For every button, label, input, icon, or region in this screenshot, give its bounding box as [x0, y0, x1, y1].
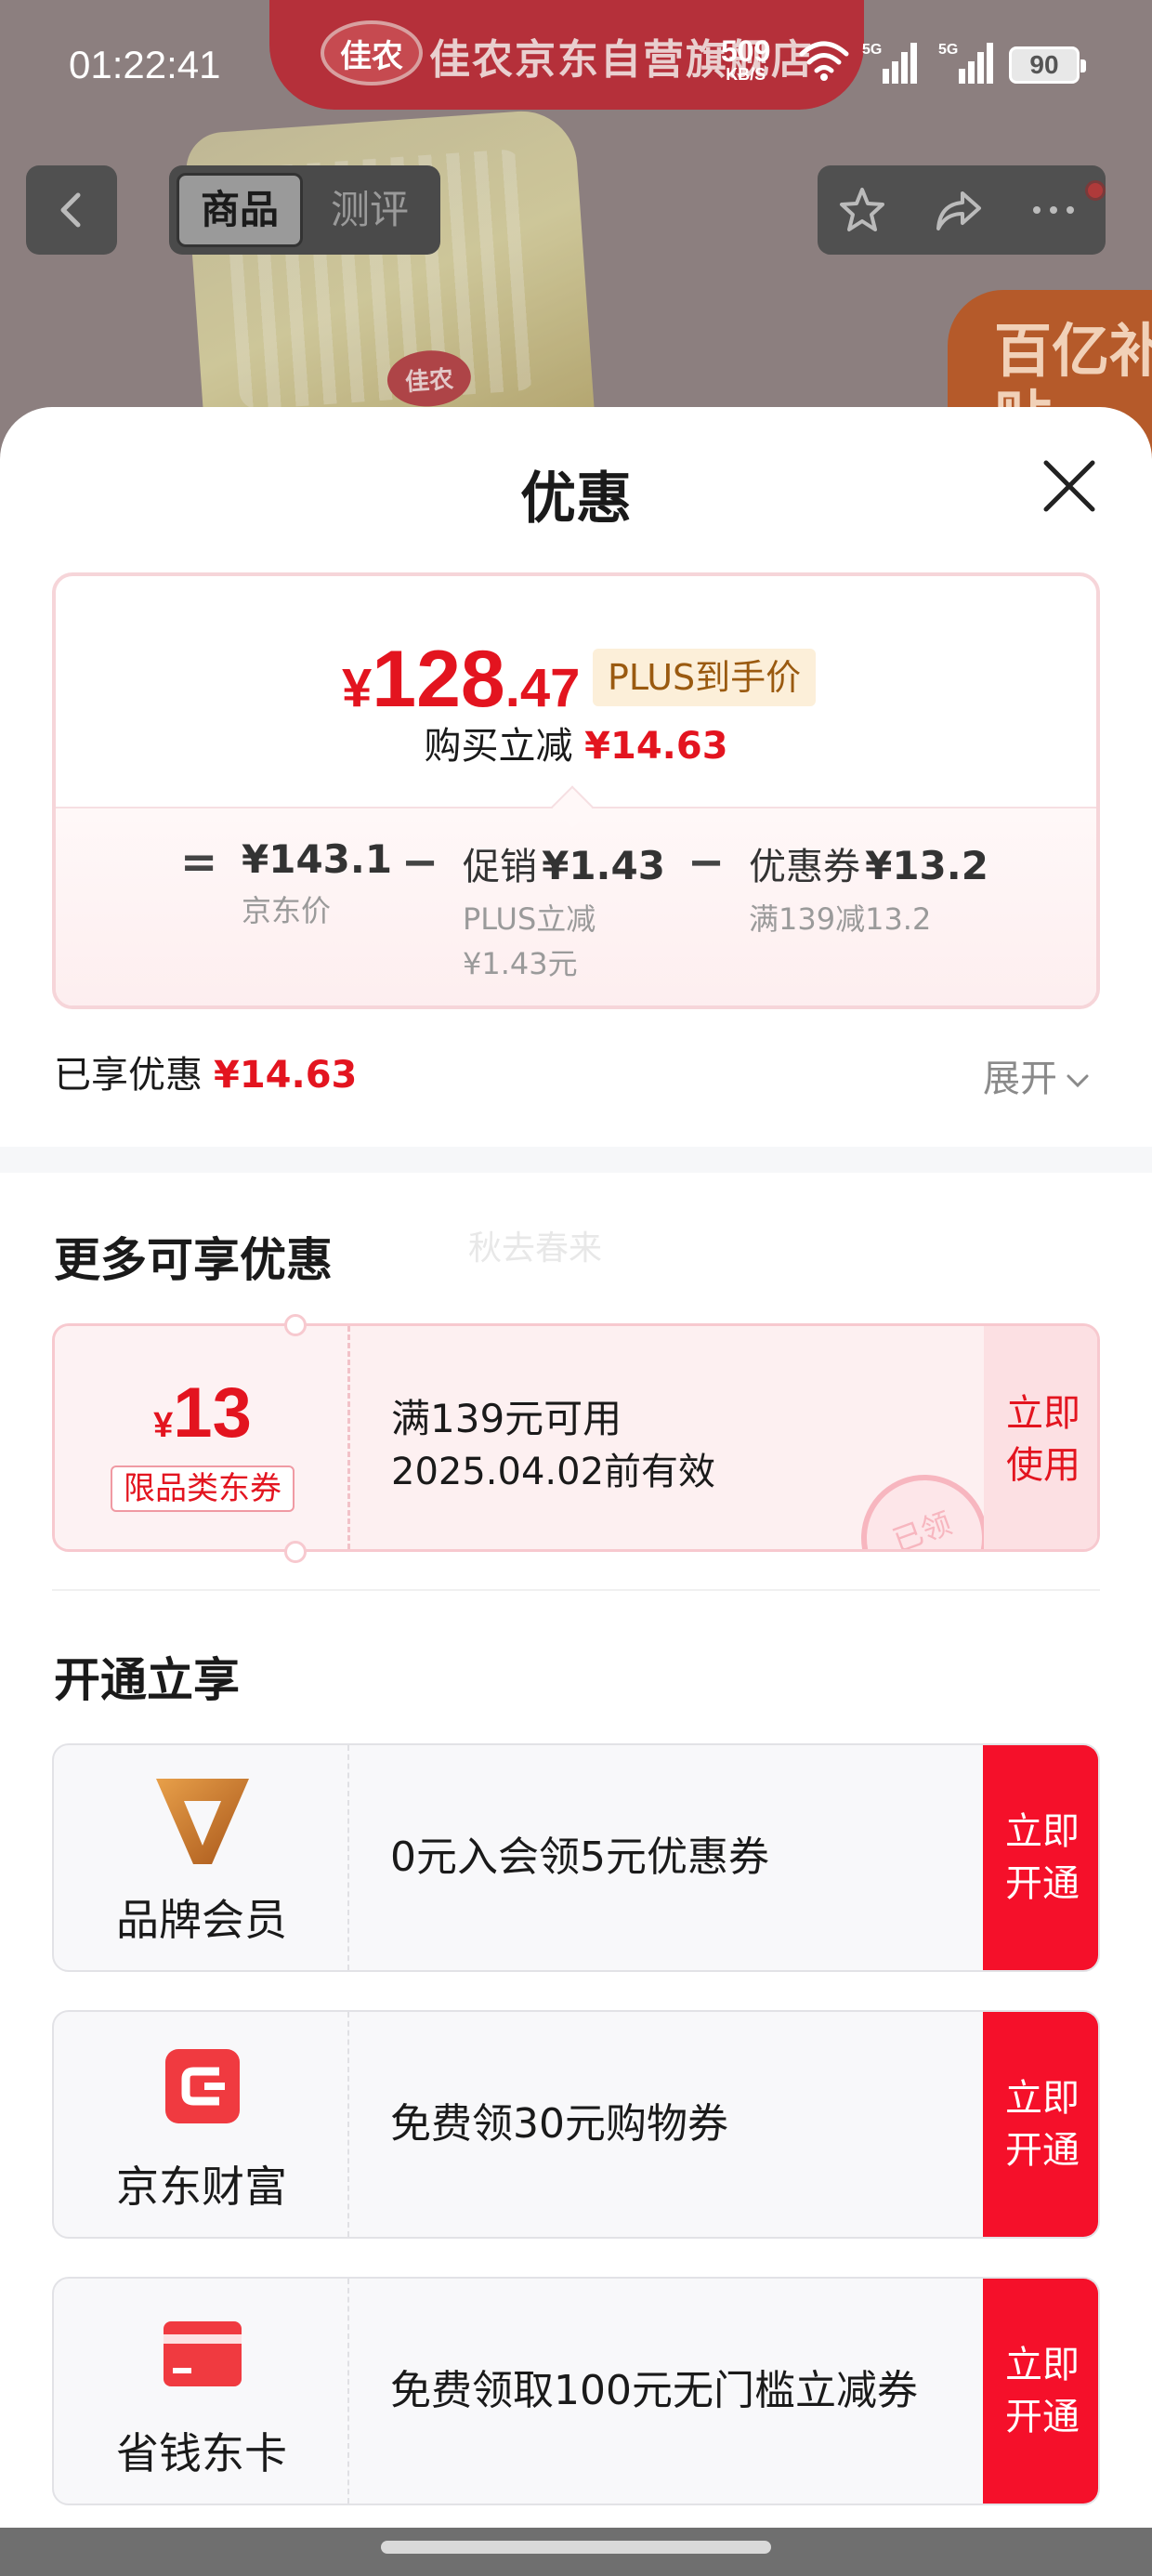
more-offers-title: 更多可享优惠 [54, 1233, 333, 1287]
coupon-validity: 2025.04.02前有效 [391, 1451, 716, 1493]
close-icon[interactable] [1039, 455, 1100, 517]
breakdown-promotion: 促销 ¥1.43 PLUS立减 ¥1.43元 [463, 843, 665, 981]
equals-sign: = [180, 836, 218, 888]
card-icon [164, 2321, 242, 2386]
status-time: 01:22:41 [69, 43, 221, 86]
breakdown-base-price: ¥143.1 京东价 [242, 836, 393, 928]
more-icon[interactable] [1028, 186, 1080, 234]
coupon-type-tag: 限品类东券 [111, 1465, 295, 1512]
open-now-button[interactable]: 立即 开通 [983, 2012, 1098, 2237]
nav-actions [818, 165, 1106, 255]
offer-card-saving-card: 省钱东卡 免费领取100元无门槛立减券 立即 开通 [52, 2277, 1100, 2505]
signal-5g-icon: 5G [862, 42, 917, 84]
svg-text:5G: 5G [862, 42, 882, 58]
star-icon[interactable] [836, 186, 888, 234]
signal-5g-icon: 5G [938, 42, 993, 84]
offer-card-brand-member: 品牌会员 0元入会领5元优惠券 立即 开通 [52, 1743, 1100, 1972]
final-price: ¥128.47 [342, 635, 581, 724]
nav-tabs: 商品 测评 [169, 165, 440, 255]
coupon-notch [284, 1314, 307, 1336]
svg-text:5G: 5G [938, 42, 958, 58]
offer-description: 免费领30元购物券 [390, 2100, 728, 2148]
divider [52, 1589, 1100, 1591]
offer-description: 免费领取100元无门槛立减券 [390, 2367, 918, 2414]
coupon-condition: 满139元可用 [391, 1396, 622, 1441]
coupon-notch [284, 1541, 307, 1563]
sheet-title: 优惠 [520, 467, 632, 532]
offer-name: 品牌会员 [116, 1895, 287, 1945]
minus-sign: − [687, 836, 726, 888]
offer-name: 京东财富 [116, 2162, 287, 2212]
discount-sheet: 优惠 ¥128.47 PLUS到手价 购买立减 ¥14.63 = ¥143.1 … [0, 407, 1152, 2528]
watermark-text: 秋去春来 [468, 1229, 603, 1268]
use-coupon-button[interactable]: 立即 使用 [984, 1326, 1097, 1549]
share-icon[interactable] [933, 186, 985, 234]
section-divider [0, 1147, 1152, 1173]
wifi-icon [799, 41, 849, 81]
claimed-stamp: 已领 [843, 1456, 1006, 1549]
coupon-amount: ¥13 [153, 1373, 252, 1452]
open-offers-title: 开通立享 [54, 1653, 240, 1707]
offer-name: 省钱东卡 [116, 2428, 287, 2478]
offer-description: 0元入会领5元优惠券 [390, 1833, 769, 1881]
jd-wealth-icon [165, 2049, 240, 2123]
back-button[interactable] [26, 165, 117, 255]
price-summary-card: ¥128.47 PLUS到手价 购买立减 ¥14.63 = ¥143.1 京东价… [52, 572, 1100, 1009]
plus-price-tag: PLUS到手价 [593, 649, 817, 706]
network-speed: 509 KB/S [721, 34, 771, 84]
enjoyed-discount: 已享优惠 ¥14.63 [54, 1054, 358, 1097]
expand-toggle[interactable]: 展开 [983, 1048, 1091, 1102]
open-now-button[interactable]: 立即 开通 [983, 2279, 1098, 2504]
battery-icon: 90 [1009, 46, 1086, 84]
tab-review[interactable]: 测评 [307, 173, 433, 247]
status-bar: 01:22:41 509 KB/S 5G 5G 90 [0, 0, 1152, 130]
brand-v-icon [156, 1779, 249, 1864]
purchase-reduction: 购买立减 ¥14.63 [424, 725, 728, 768]
open-now-button[interactable]: 立即 开通 [983, 1745, 1098, 1970]
breakdown-coupon: 优惠券 ¥13.2 满139减13.2 [749, 843, 988, 937]
chevron-down-icon [1067, 1074, 1089, 1088]
minus-sign: − [401, 836, 439, 888]
notification-dot [1085, 180, 1106, 201]
offer-card-jd-wealth: 京东财富 免费领30元购物券 立即 开通 [52, 2010, 1100, 2239]
home-indicator[interactable] [381, 2541, 771, 2554]
coupon-card: ¥13 限品类东券 满139元可用 2025.04.02前有效 已领 立即 使用 [52, 1323, 1100, 1552]
chevron-left-icon [60, 192, 81, 228]
tab-product[interactable]: 商品 [177, 173, 303, 247]
